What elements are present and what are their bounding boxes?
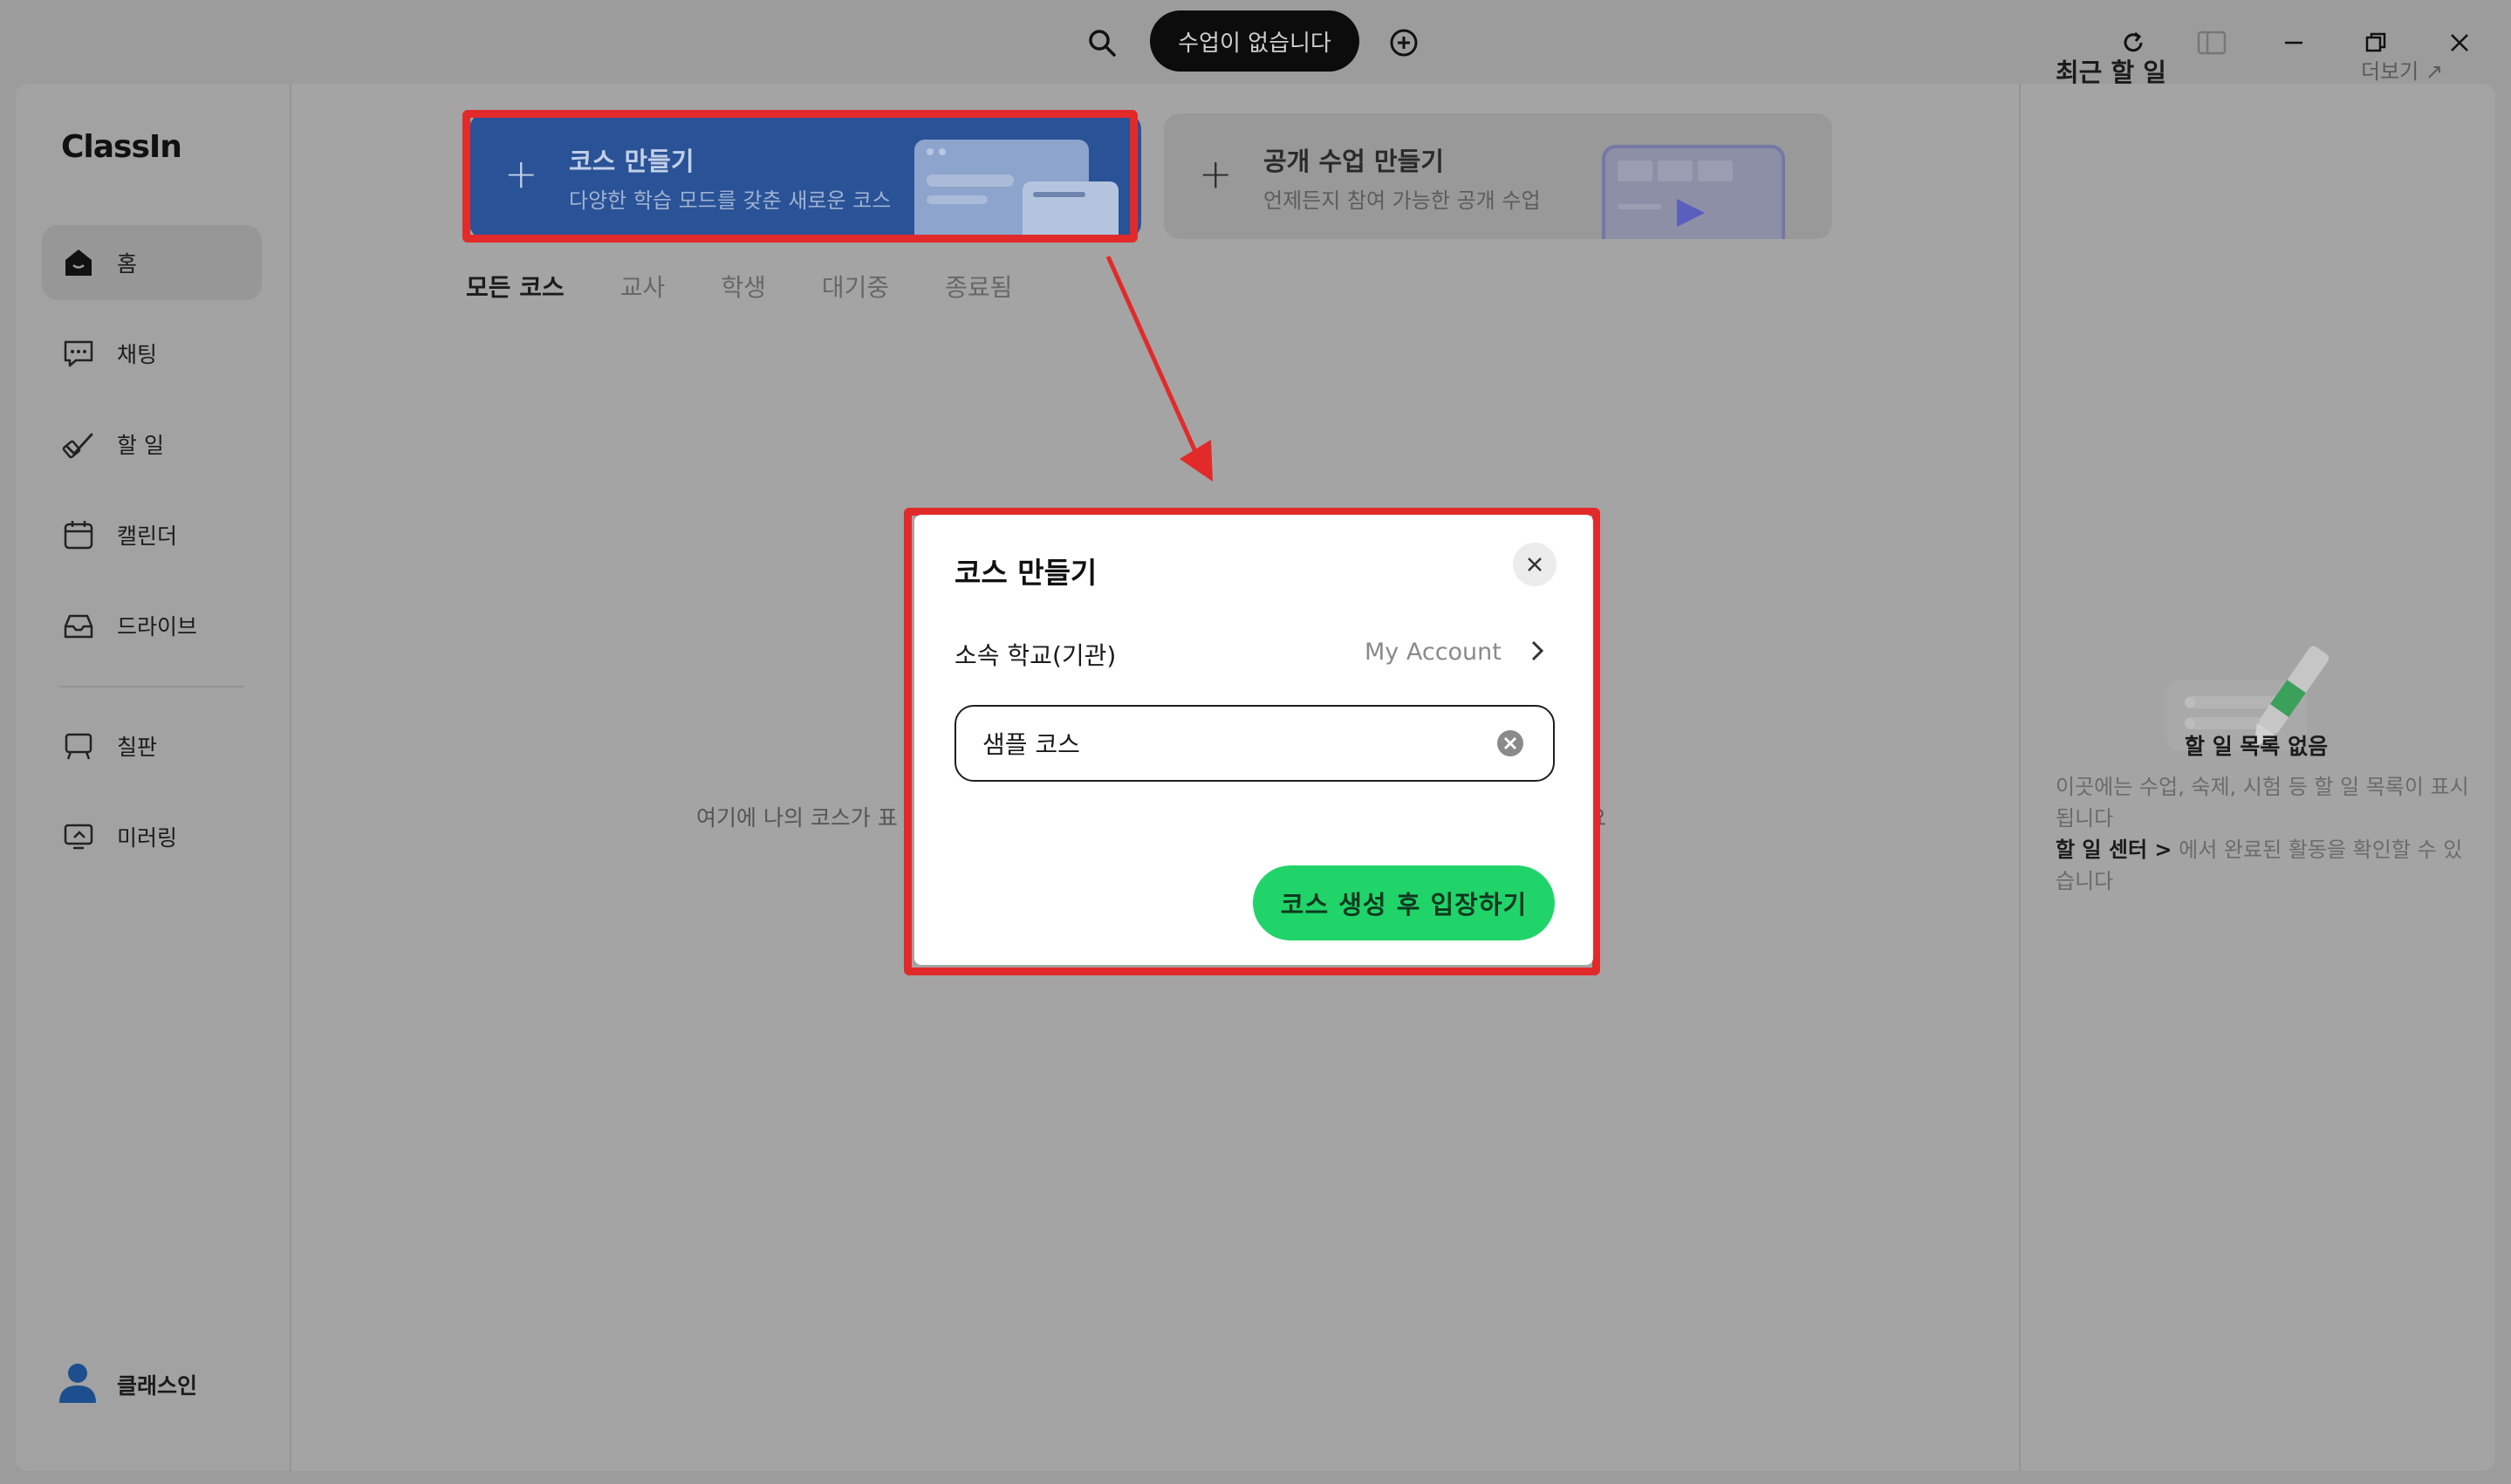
- dialog-close-button[interactable]: [1513, 543, 1557, 586]
- sidebar: ClassIn 홈 채팅 할 일 캘린더 드라이브 칠판 미러링 클래스인: [16, 84, 291, 1471]
- create-public-class-card[interactable]: + 공개 수업 만들기 언제든지 참여 가능한 공개 수업: [1164, 113, 1832, 239]
- more-link[interactable]: 더보기 ↗: [2361, 54, 2443, 85]
- sidebar-item-label: 미러링: [117, 825, 178, 851]
- todo-icon: [59, 425, 98, 463]
- create-course-dialog: 코스 만들기 소속 학교(기관) My Account 샘플 코스 코스 생성 …: [914, 515, 1593, 965]
- video-illustration: [1602, 145, 1785, 239]
- blackboard-icon: [59, 727, 98, 765]
- course-name-input[interactable]: 샘플 코스: [954, 705, 1555, 782]
- sidebar-item-label: 채팅: [117, 342, 158, 367]
- sidebar-item-calendar[interactable]: 캘린더: [42, 497, 262, 572]
- course-tabs: 모든 코스 교사 학생 대기중 종료됨: [466, 269, 1068, 304]
- avatar: [58, 1361, 98, 1408]
- tab-teacher[interactable]: 교사: [620, 269, 666, 304]
- tab-student[interactable]: 학생: [721, 269, 766, 304]
- organization-value[interactable]: My Account: [1365, 639, 1502, 666]
- drive-icon: [59, 606, 98, 645]
- sidebar-toggle-icon[interactable]: [2192, 23, 2232, 63]
- sidebar-divider: [59, 686, 244, 687]
- mirroring-icon: [59, 817, 98, 856]
- search-icon[interactable]: [1082, 23, 1122, 63]
- create-public-class-subtitle: 언제든지 참여 가능한 공개 수업: [1263, 188, 1541, 213]
- close-icon: [1528, 557, 1542, 571]
- empty-courses-text: 여기에 나의 코스가 표: [696, 805, 898, 831]
- tab-ended[interactable]: 종료됨: [945, 269, 1012, 304]
- tab-all-courses[interactable]: 모든 코스: [466, 269, 564, 304]
- sidebar-item-blackboard[interactable]: 칠판: [42, 708, 262, 783]
- class-status-pill[interactable]: 수업이 없습니다: [1150, 10, 1359, 72]
- plus-icon: +: [1199, 150, 1233, 197]
- empty-todo-description: 이곳에는 수업, 숙제, 시험 등 할 일 목록이 표시됩니다 할 일 센터 >…: [2056, 771, 2474, 897]
- sidebar-item-drive[interactable]: 드라이브: [42, 588, 262, 663]
- create-public-class-title: 공개 수업 만들기: [1263, 147, 1444, 176]
- create-and-enter-button[interactable]: 코스 생성 후 입장하기: [1253, 865, 1555, 940]
- empty-todo-title: 할 일 목록 없음: [2185, 734, 2329, 759]
- sidebar-item-chat[interactable]: 채팅: [42, 316, 262, 391]
- empty-todo-desc-1: 이곳에는 수업, 숙제, 시험 등 할 일 목록이 표시됩니다: [2056, 775, 2469, 831]
- sidebar-item-mirroring[interactable]: 미러링: [42, 799, 262, 874]
- chevron-right-icon[interactable]: [1522, 635, 1553, 667]
- sidebar-item-label: 홈: [117, 251, 138, 277]
- close-window-icon[interactable]: [2439, 23, 2480, 63]
- home-icon: [59, 243, 98, 282]
- organization-label: 소속 학교(기관): [954, 641, 1117, 670]
- sidebar-item-label: 캘린더: [117, 523, 178, 549]
- sidebar-item-home[interactable]: 홈: [42, 225, 262, 300]
- user-profile[interactable]: 클래스인: [58, 1361, 197, 1408]
- clear-input-icon[interactable]: [1495, 728, 1525, 758]
- sidebar-item-label: 칠판: [117, 735, 158, 760]
- user-name: 클래스인: [117, 1373, 198, 1399]
- sidebar-item-label: 드라이브: [117, 614, 198, 639]
- highlight-create-course-card: [462, 110, 1138, 243]
- recent-todo-title: 최근 할 일: [2056, 58, 2166, 87]
- todo-center-link[interactable]: 할 일 센터 >: [2056, 838, 2172, 862]
- sidebar-item-todo[interactable]: 할 일: [42, 407, 262, 482]
- annotation-arrow-icon: [1105, 255, 1213, 482]
- classin-logo: ClassIn: [61, 129, 182, 165]
- calendar-icon: [59, 516, 98, 554]
- add-circle-icon[interactable]: [1384, 23, 1424, 63]
- sidebar-item-label: 할 일: [117, 433, 164, 458]
- chat-icon: [59, 334, 98, 373]
- course-name-value: 샘플 코스: [982, 730, 1080, 759]
- minimize-icon[interactable]: [2274, 23, 2314, 63]
- tab-waiting[interactable]: 대기중: [822, 269, 889, 304]
- dialog-title: 코스 만들기: [954, 556, 1098, 590]
